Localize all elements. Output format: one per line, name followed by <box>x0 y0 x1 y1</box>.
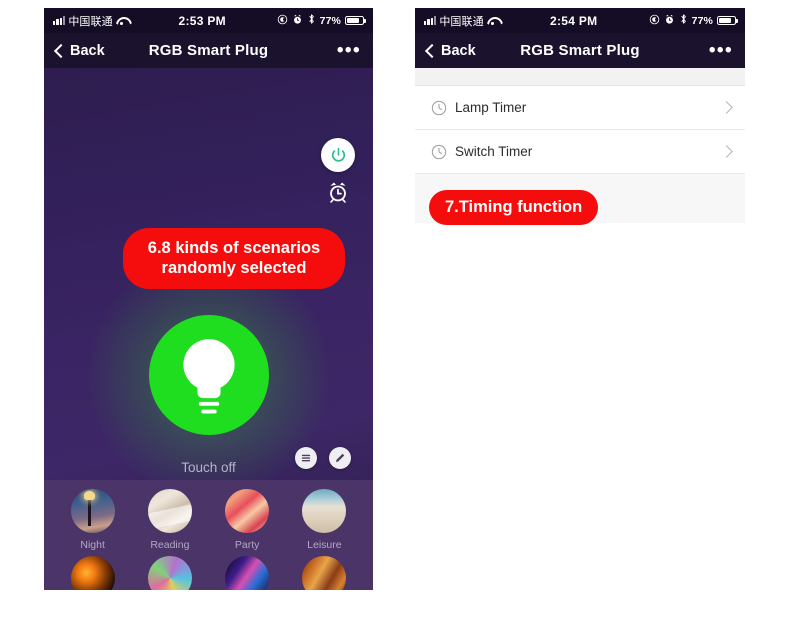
scene-thumbnail <box>225 556 270 590</box>
list-item-label: Switch Timer <box>455 144 533 159</box>
signal-bars-icon <box>53 16 66 25</box>
scene-thumbnail <box>147 489 192 533</box>
status-time: 2:54 PM <box>549 13 598 28</box>
scene-item-gorgeous[interactable]: Gorgeous <box>292 556 356 590</box>
power-icon <box>331 147 345 162</box>
carrier-label: 中国联通 <box>439 15 484 28</box>
timing-function-callout-badge: 7.Timing function <box>429 190 599 226</box>
list-item-switch-timer[interactable]: Switch Timer <box>415 130 745 174</box>
wifi-icon <box>487 16 499 26</box>
nav-bar-left: Back RGB Smart Plug ••• <box>44 33 373 68</box>
list-section-gap <box>415 68 745 86</box>
callout-line-1: 6.8 kinds of scenarios <box>147 239 321 257</box>
timer-list: Lamp Timer Switch Timer <box>415 68 745 174</box>
scene-item-night[interactable]: Night <box>61 489 125 551</box>
scene-item-party[interactable]: Party <box>215 489 279 551</box>
more-options-button[interactable]: ••• <box>709 40 733 60</box>
status-bar-left: 中国联通 2:53 PM 77% <box>44 8 373 33</box>
scene-item-shine[interactable]: Shine <box>215 556 279 590</box>
light-bulb-icon <box>182 339 235 414</box>
chevron-right-icon <box>720 101 733 114</box>
back-label: Back <box>70 42 105 59</box>
carrier-label: 中国联通 <box>68 15 113 28</box>
chevron-right-icon <box>720 145 733 158</box>
status-right-group: 77% <box>649 13 738 28</box>
chevron-left-icon <box>424 43 440 58</box>
location-icon <box>277 14 288 28</box>
battery-icon <box>717 15 738 26</box>
back-label: Back <box>441 42 476 59</box>
scene-thumbnail <box>302 489 347 533</box>
list-item-label: Lamp Timer <box>455 100 527 115</box>
callout-line-2: randomly selected <box>161 259 307 278</box>
list-icon <box>301 454 311 462</box>
scene-row-2: Soft Rainbow Shine Gorgeous <box>44 556 373 590</box>
clock-icon <box>431 144 447 159</box>
list-button[interactable] <box>295 447 317 469</box>
scene-thumbnail <box>70 556 115 590</box>
lamp-control-panel: 6.8 kinds of scenarios randomly selected… <box>44 68 373 590</box>
location-icon <box>649 14 660 28</box>
wifi-icon <box>116 16 128 26</box>
scene-item-soft[interactable]: Soft <box>61 556 125 590</box>
scene-thumbnail <box>225 489 270 533</box>
scene-thumbnail <box>70 489 115 533</box>
top-controls <box>321 138 355 204</box>
back-button[interactable]: Back <box>53 42 105 59</box>
back-button[interactable]: Back <box>424 42 476 59</box>
list-item-lamp-timer[interactable]: Lamp Timer <box>415 86 745 130</box>
scene-row-1: Night Reading Party Leisure <box>44 489 373 551</box>
nav-bar-right: Back RGB Smart Plug ••• <box>415 33 745 68</box>
signal-bars-icon <box>424 16 437 25</box>
battery-percent: 77% <box>319 14 341 27</box>
alarm-icon <box>664 14 675 28</box>
battery-percent: 77% <box>691 14 713 27</box>
scene-panel: Night Reading Party Leisure So <box>44 480 373 590</box>
bluetooth-icon <box>679 13 688 28</box>
status-left-group: 中国联通 <box>53 13 128 29</box>
chevron-left-icon <box>53 43 69 58</box>
battery-icon <box>345 15 366 26</box>
status-left-group: 中国联通 <box>424 13 499 29</box>
pencil-icon <box>335 453 345 463</box>
bluetooth-icon <box>307 13 316 28</box>
edit-button[interactable] <box>329 447 351 469</box>
bulb-toggle-button[interactable] <box>148 315 269 435</box>
status-time: 2:53 PM <box>178 13 226 28</box>
scene-label: Party <box>234 539 260 551</box>
phone-left: 中国联通 2:53 PM 77% Back RGB Smart Plug ••• <box>44 8 373 590</box>
scene-thumbnail <box>147 556 192 590</box>
clock-icon <box>431 100 447 115</box>
power-button[interactable] <box>321 138 355 172</box>
scene-item-reading[interactable]: Reading <box>138 489 202 551</box>
scene-thumbnail <box>302 556 347 590</box>
alarm-icon <box>292 14 303 28</box>
status-right-group: 77% <box>277 13 366 28</box>
scene-label: Reading <box>150 539 190 551</box>
scene-label: Night <box>80 539 105 551</box>
scene-label: Leisure <box>307 539 342 551</box>
scenario-callout-badge: 6.8 kinds of scenarios randomly selected <box>123 228 345 290</box>
alarm-clock-icon[interactable] <box>327 180 349 204</box>
scene-item-rainbow[interactable]: Rainbow <box>138 556 202 590</box>
status-bar-right: 中国联通 2:54 PM 77% <box>415 8 745 33</box>
scene-item-leisure[interactable]: Leisure <box>292 489 356 551</box>
side-action-buttons <box>295 447 351 469</box>
more-options-button[interactable]: ••• <box>337 40 361 60</box>
